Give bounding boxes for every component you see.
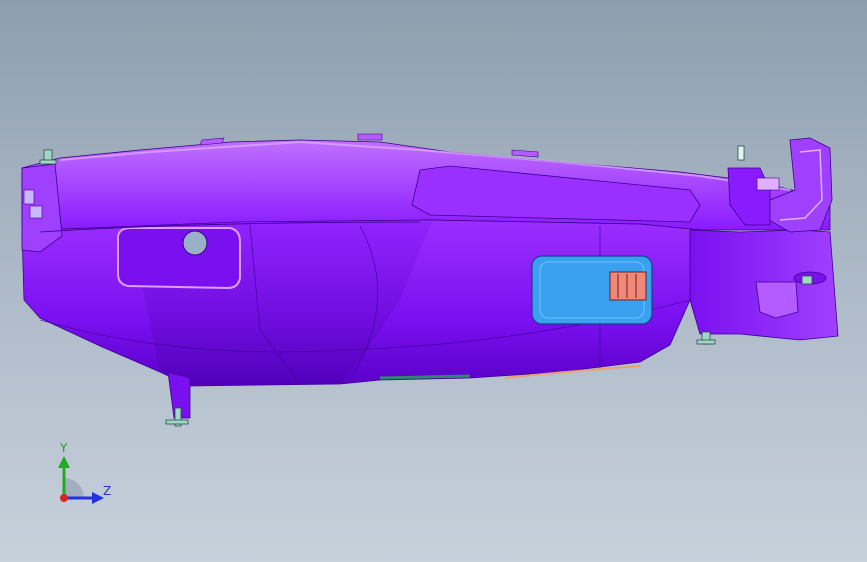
top-tab-2 (357, 133, 383, 141)
left-slot-2 (29, 205, 43, 219)
right-clip (756, 177, 780, 191)
3d-model[interactable] (0, 0, 867, 562)
cad-viewport[interactable]: Y Z (0, 0, 867, 562)
right-pocket (755, 281, 799, 319)
y-axis-label: Y (60, 441, 68, 455)
y-axis-arrow (58, 456, 70, 468)
z-axis-label: Z (103, 484, 112, 498)
coordinate-triad (58, 456, 104, 504)
left-slot-1 (23, 189, 35, 205)
bottom-grille (379, 374, 471, 380)
mounting-hole (182, 230, 208, 256)
top-tab-3 (511, 149, 539, 158)
left-recess (117, 227, 241, 290)
fastener-top-right (737, 145, 745, 161)
x-axis-point (60, 494, 68, 502)
fastener-top-left (39, 149, 57, 165)
fastener-right-side (801, 275, 813, 285)
connector-block (609, 271, 647, 301)
